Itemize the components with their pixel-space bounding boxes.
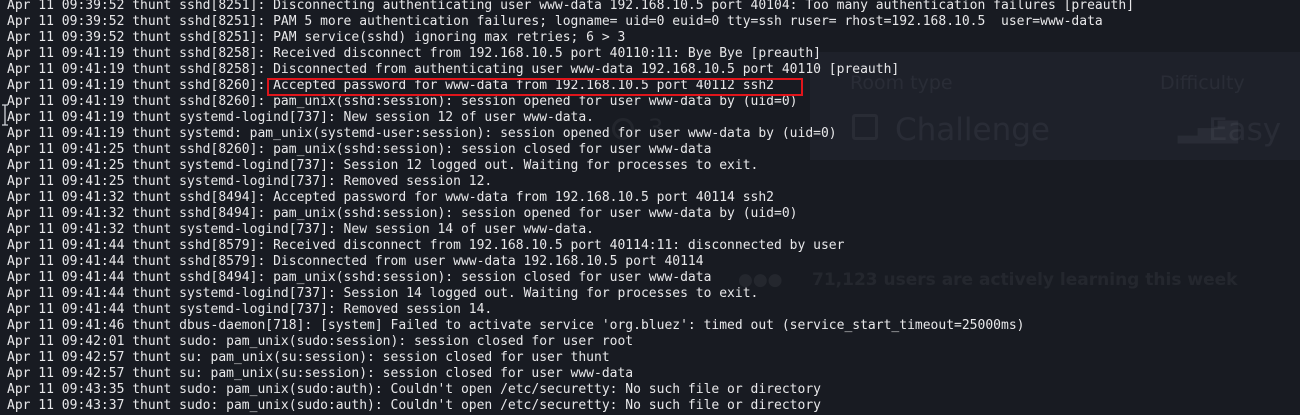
terminal-window[interactable]: Room type Difficulty Challenge ▂▄▆ Easy … xyxy=(0,0,1300,415)
log-line: Apr 11 09:41:44 thunt sshd[8494]: pam_un… xyxy=(7,270,712,285)
log-line: Apr 11 09:41:25 thunt systemd-logind[737… xyxy=(7,158,759,173)
log-line: Apr 11 09:41:44 thunt systemd-logind[737… xyxy=(7,302,493,317)
log-line: Apr 11 09:39:52 thunt sshd[8251]: PAM 5 … xyxy=(7,14,1103,29)
log-line: Apr 11 09:41:25 thunt systemd-logind[737… xyxy=(7,174,493,189)
log-line: Apr 11 09:41:44 thunt systemd-logind[737… xyxy=(7,286,759,301)
log-line: Apr 11 09:39:52 thunt sshd[8251]: Discon… xyxy=(7,0,1135,13)
signal-bars-icon: ▂▄▆ xyxy=(1178,114,1238,144)
log-line: Apr 11 09:42:57 thunt su: pam_unix(su:se… xyxy=(7,350,610,365)
log-line: Apr 11 09:42:57 thunt su: pam_unix(su:se… xyxy=(7,366,634,381)
log-line: Apr 11 09:43:37 thunt sudo: pam_unix(sud… xyxy=(7,398,821,413)
log-line: Apr 11 09:41:19 thunt sshd[8258]: Discon… xyxy=(7,62,900,77)
log-line: Apr 11 09:41:32 thunt sshd[8494]: pam_un… xyxy=(7,206,798,221)
log-line: Apr 11 09:41:25 thunt sshd[8260]: pam_un… xyxy=(7,142,712,157)
background-difficulty-value: Easy xyxy=(1208,112,1282,148)
log-line: Apr 11 09:41:44 thunt sshd[8579]: Receiv… xyxy=(7,238,845,253)
log-line: Apr 11 09:42:01 thunt sudo: pam_unix(sud… xyxy=(7,334,634,349)
auth-log-output[interactable]: Apr 11 09:39:52 thunt sshd[8251]: Discon… xyxy=(7,0,1134,414)
log-line: Apr 11 09:41:19 thunt sshd[8258]: Receiv… xyxy=(7,46,821,61)
log-line: Apr 11 09:41:32 thunt systemd-logind[737… xyxy=(7,222,594,237)
log-line: Apr 11 09:41:19 thunt systemd: pam_unix(… xyxy=(7,126,837,141)
log-line: Apr 11 09:39:52 thunt sshd[8251]: PAM se… xyxy=(7,30,626,45)
log-line: Apr 11 09:41:19 thunt sshd[8260]: Accept… xyxy=(7,78,775,93)
log-line: Apr 11 09:41:46 thunt dbus-daemon[718]: … xyxy=(7,318,1025,333)
log-line: Apr 11 09:41:32 thunt sshd[8494]: Accept… xyxy=(7,190,775,205)
log-line: Apr 11 09:41:19 thunt systemd-logind[737… xyxy=(7,110,594,125)
log-line: Apr 11 09:43:35 thunt sudo: pam_unix(sud… xyxy=(7,382,821,397)
log-line: Apr 11 09:41:44 thunt sshd[8579]: Discon… xyxy=(7,254,704,269)
log-line: Apr 11 09:41:19 thunt sshd[8260]: pam_un… xyxy=(7,94,798,109)
background-difficulty-label: Difficulty xyxy=(1160,72,1245,94)
